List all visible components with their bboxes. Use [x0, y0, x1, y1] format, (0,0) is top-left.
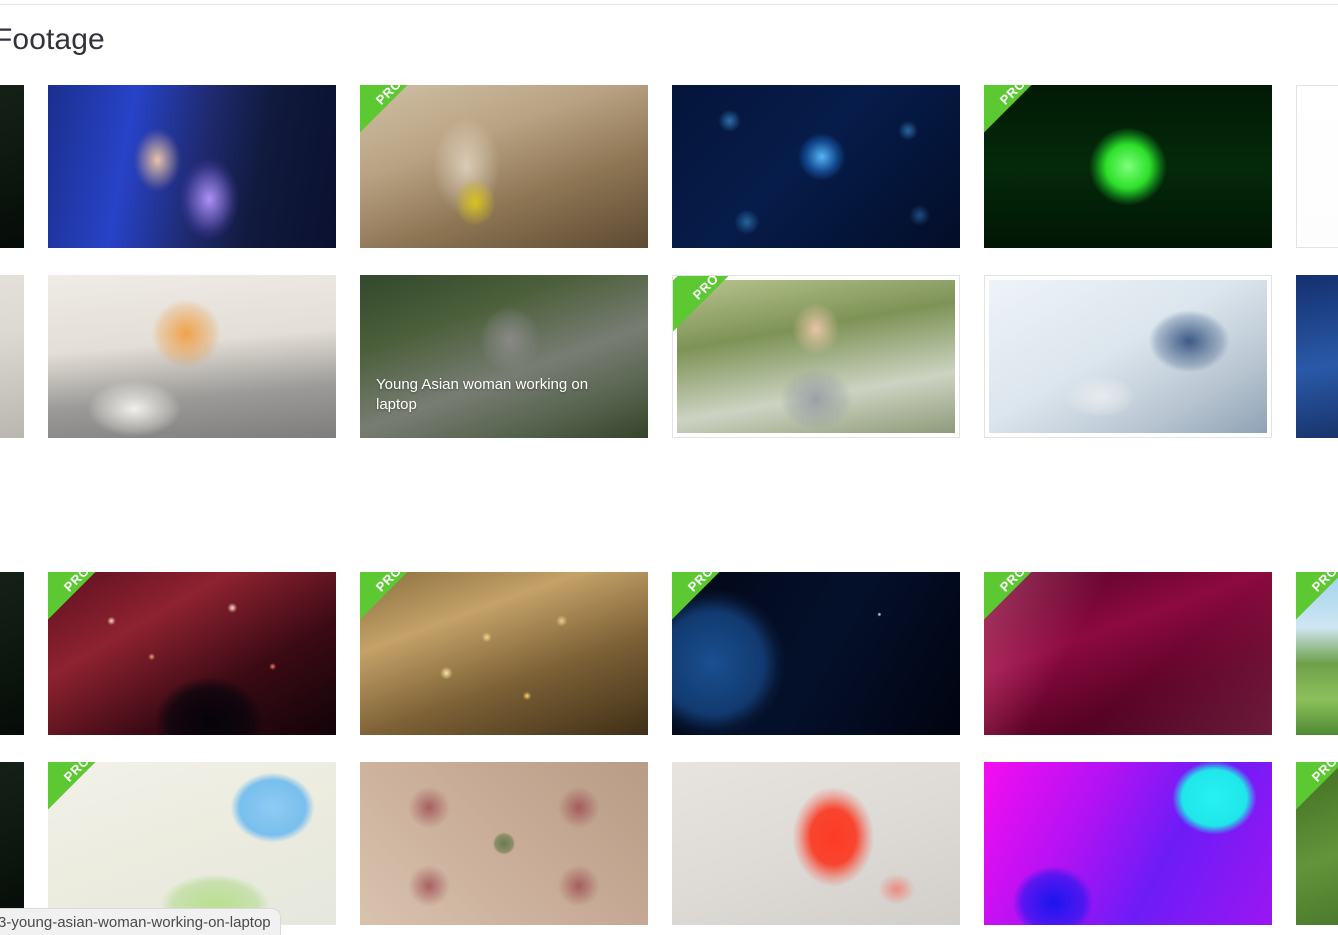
footage-tile[interactable]: PRO: [48, 762, 336, 925]
footage-tile[interactable]: Young Asian woman working on laptop: [360, 275, 648, 438]
footage-thumbnail: [1301, 90, 1338, 243]
footage-thumbnail: [360, 572, 648, 735]
footage-tile[interactable]: [48, 275, 336, 438]
row-3: PRO PRO PRO PRO PRO: [0, 572, 1338, 735]
footage-tile[interactable]: PRO: [672, 275, 960, 438]
footage-tile[interactable]: [48, 85, 336, 248]
footage-thumbnail: [48, 762, 336, 925]
row-2: Young Asian woman working on laptop PRO: [0, 275, 1338, 438]
footage-tile[interactable]: [1296, 275, 1338, 438]
tile-title: Young Asian woman working on laptop: [376, 375, 589, 414]
footage-tile[interactable]: [672, 85, 960, 248]
footage-thumbnail: [989, 280, 1267, 433]
footage-tile[interactable]: PRO: [360, 572, 648, 735]
footage-tile[interactable]: [672, 762, 960, 925]
footage-thumbnail: [360, 762, 648, 925]
footage-tile[interactable]: PRO: [1296, 762, 1338, 925]
status-bar-url: 3-young-asian-woman-working-on-laptop: [0, 913, 271, 931]
footage-thumbnail: [0, 572, 24, 735]
footage-tile[interactable]: PRO: [360, 85, 648, 248]
footage-thumbnail: [0, 762, 24, 925]
page-title: Footage: [0, 23, 105, 56]
footage-thumbnail: [360, 85, 648, 248]
footage-thumbnail: [48, 85, 336, 248]
footage-tile[interactable]: [984, 762, 1272, 925]
footage-thumbnail: [0, 85, 24, 248]
footage-thumbnail: [672, 85, 960, 248]
footage-thumbnail: [672, 572, 960, 735]
footage-tile[interactable]: [0, 572, 24, 735]
footage-tile[interactable]: [1296, 85, 1338, 248]
footage-tile[interactable]: PRO: [672, 572, 960, 735]
row-4: PRO PRO: [0, 762, 1338, 925]
footage-thumbnail: [1296, 275, 1338, 438]
footage-browser-page: Footage PRO PRO Young Asian woman working …: [0, 0, 1338, 935]
footage-tile[interactable]: [984, 275, 1272, 438]
footage-tile[interactable]: [0, 275, 24, 438]
browser-status-bar: 3-young-asian-woman-working-on-laptop: [0, 908, 281, 935]
content-top-divider: [0, 4, 1338, 5]
footage-thumbnail: [677, 280, 955, 433]
footage-tile[interactable]: PRO: [984, 85, 1272, 248]
footage-tile[interactable]: [360, 762, 648, 925]
footage-thumbnail: [0, 275, 24, 438]
footage-tile[interactable]: [0, 85, 24, 248]
footage-thumbnail: [984, 762, 1272, 925]
footage-tile[interactable]: PRO: [1296, 572, 1338, 735]
footage-tile[interactable]: PRO: [48, 572, 336, 735]
footage-thumbnail: [48, 275, 336, 438]
footage-thumbnail: [984, 572, 1272, 735]
footage-thumbnail: [48, 572, 336, 735]
footage-thumbnail: [672, 762, 960, 925]
footage-tile[interactable]: [0, 762, 24, 925]
footage-thumbnail: [984, 85, 1272, 248]
row-1: PRO PRO: [0, 85, 1338, 248]
footage-tile[interactable]: PRO: [984, 572, 1272, 735]
